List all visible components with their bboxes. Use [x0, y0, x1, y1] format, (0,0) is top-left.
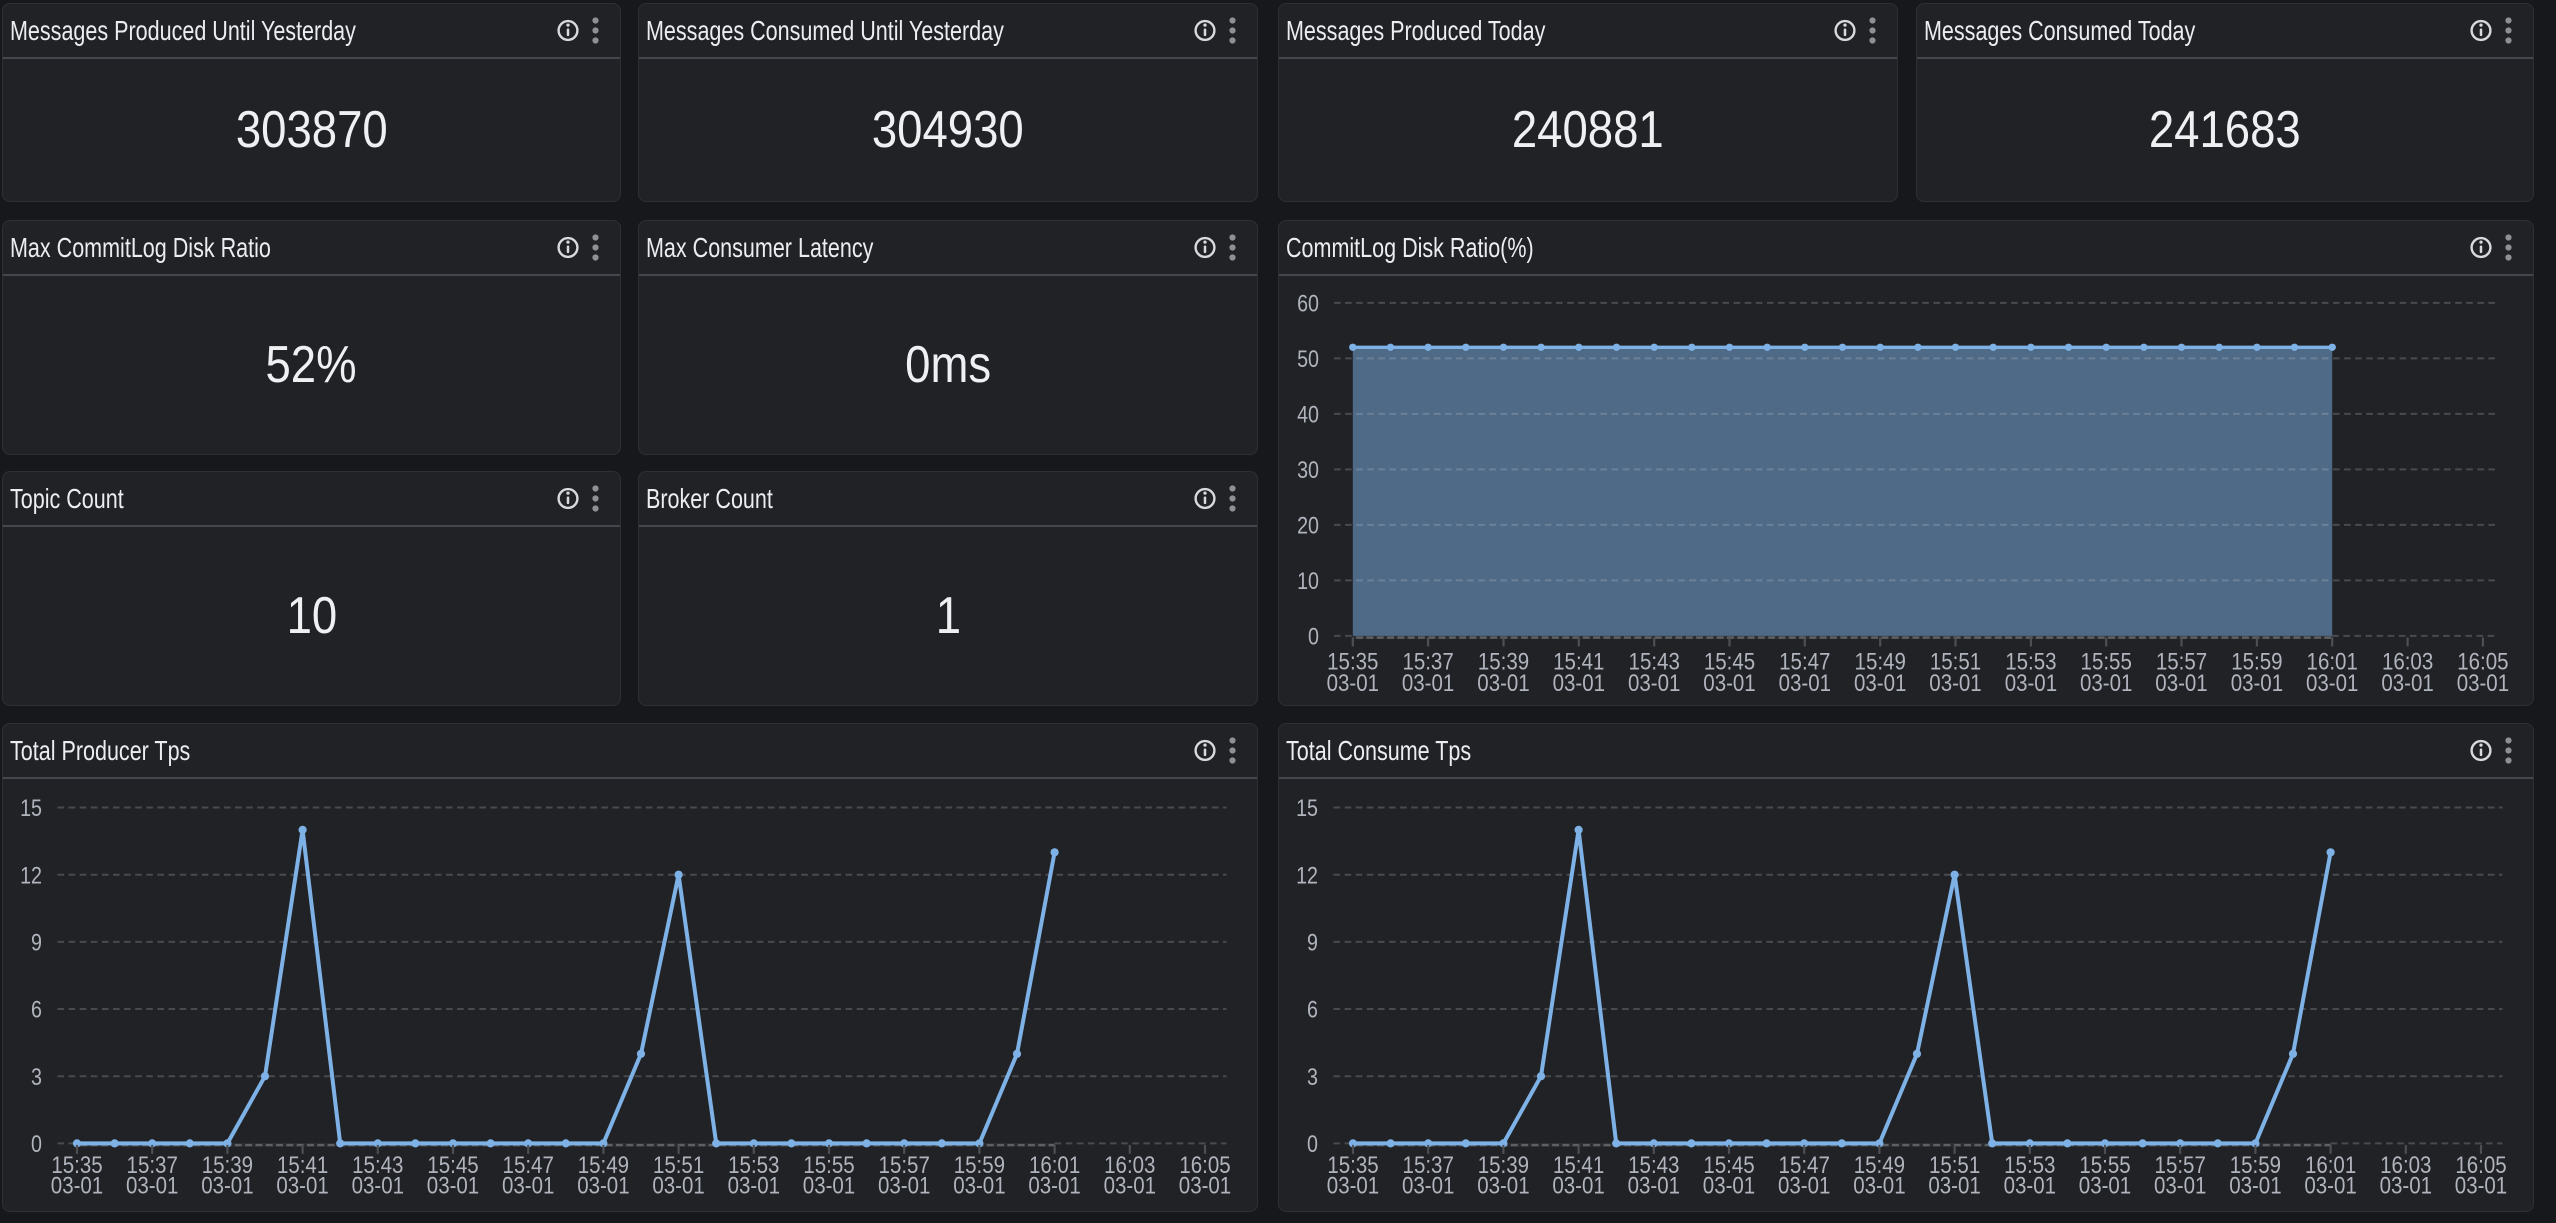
svg-text:50: 50 [1297, 346, 1319, 373]
svg-text:20: 20 [1297, 513, 1319, 540]
svg-text:03-01: 03-01 [2306, 670, 2358, 697]
svg-text:60: 60 [1297, 291, 1319, 318]
svg-text:03-01: 03-01 [728, 1172, 780, 1199]
svg-text:03-01: 03-01 [1854, 670, 1906, 697]
svg-text:03-01: 03-01 [1853, 1172, 1905, 1199]
svg-text:03-01: 03-01 [2457, 670, 2509, 697]
svg-text:03-01: 03-01 [352, 1172, 404, 1199]
svg-text:0: 0 [1308, 624, 1319, 651]
svg-text:3: 3 [1307, 1064, 1318, 1091]
svg-text:03-01: 03-01 [502, 1172, 554, 1199]
svg-text:03-01: 03-01 [1929, 670, 1981, 697]
svg-text:03-01: 03-01 [803, 1172, 855, 1199]
svg-text:03-01: 03-01 [2229, 1172, 2281, 1199]
svg-text:03-01: 03-01 [1477, 670, 1529, 697]
svg-text:03-01: 03-01 [1928, 1172, 1980, 1199]
svg-text:12: 12 [20, 862, 42, 889]
svg-text:03-01: 03-01 [577, 1172, 629, 1199]
svg-text:6: 6 [31, 997, 42, 1024]
svg-text:03-01: 03-01 [2004, 1172, 2056, 1199]
svg-text:15: 15 [20, 795, 42, 822]
svg-text:03-01: 03-01 [1327, 670, 1379, 697]
svg-text:0: 0 [1307, 1131, 1318, 1158]
svg-text:03-01: 03-01 [2455, 1172, 2507, 1199]
svg-text:03-01: 03-01 [1553, 670, 1605, 697]
svg-text:03-01: 03-01 [1552, 1172, 1604, 1199]
svg-text:03-01: 03-01 [51, 1172, 103, 1199]
svg-text:03-01: 03-01 [2304, 1172, 2356, 1199]
svg-text:03-01: 03-01 [1402, 1172, 1454, 1199]
svg-text:03-01: 03-01 [2231, 670, 2283, 697]
svg-text:03-01: 03-01 [276, 1172, 328, 1199]
svg-text:0: 0 [31, 1131, 42, 1158]
svg-text:03-01: 03-01 [1104, 1172, 1156, 1199]
svg-text:03-01: 03-01 [126, 1172, 178, 1199]
svg-text:6: 6 [1307, 997, 1318, 1024]
svg-text:03-01: 03-01 [2155, 670, 2207, 697]
svg-text:03-01: 03-01 [2154, 1172, 2206, 1199]
svg-text:03-01: 03-01 [1327, 1172, 1379, 1199]
svg-text:03-01: 03-01 [1628, 670, 1680, 697]
svg-text:03-01: 03-01 [1628, 1172, 1680, 1199]
svg-text:03-01: 03-01 [2380, 1172, 2432, 1199]
svg-text:03-01: 03-01 [1179, 1172, 1231, 1199]
svg-text:03-01: 03-01 [2005, 670, 2057, 697]
svg-text:03-01: 03-01 [953, 1172, 1005, 1199]
svg-text:9: 9 [31, 930, 42, 957]
svg-text:03-01: 03-01 [1703, 670, 1755, 697]
svg-text:3: 3 [31, 1064, 42, 1091]
svg-text:03-01: 03-01 [1779, 670, 1831, 697]
svg-text:15: 15 [1296, 795, 1318, 822]
svg-text:03-01: 03-01 [2079, 1172, 2131, 1199]
svg-text:10: 10 [1297, 568, 1319, 595]
svg-text:12: 12 [1296, 862, 1318, 889]
svg-text:03-01: 03-01 [201, 1172, 253, 1199]
svg-text:03-01: 03-01 [652, 1172, 704, 1199]
svg-text:03-01: 03-01 [1402, 670, 1454, 697]
svg-text:03-01: 03-01 [878, 1172, 930, 1199]
svg-text:03-01: 03-01 [1778, 1172, 1830, 1199]
svg-text:03-01: 03-01 [1028, 1172, 1080, 1199]
svg-text:03-01: 03-01 [2080, 670, 2132, 697]
svg-text:03-01: 03-01 [2381, 670, 2433, 697]
svg-text:30: 30 [1297, 457, 1319, 484]
svg-text:03-01: 03-01 [1703, 1172, 1755, 1199]
svg-text:03-01: 03-01 [427, 1172, 479, 1199]
svg-text:9: 9 [1307, 930, 1318, 957]
svg-text:40: 40 [1297, 402, 1319, 429]
svg-text:03-01: 03-01 [1477, 1172, 1529, 1199]
